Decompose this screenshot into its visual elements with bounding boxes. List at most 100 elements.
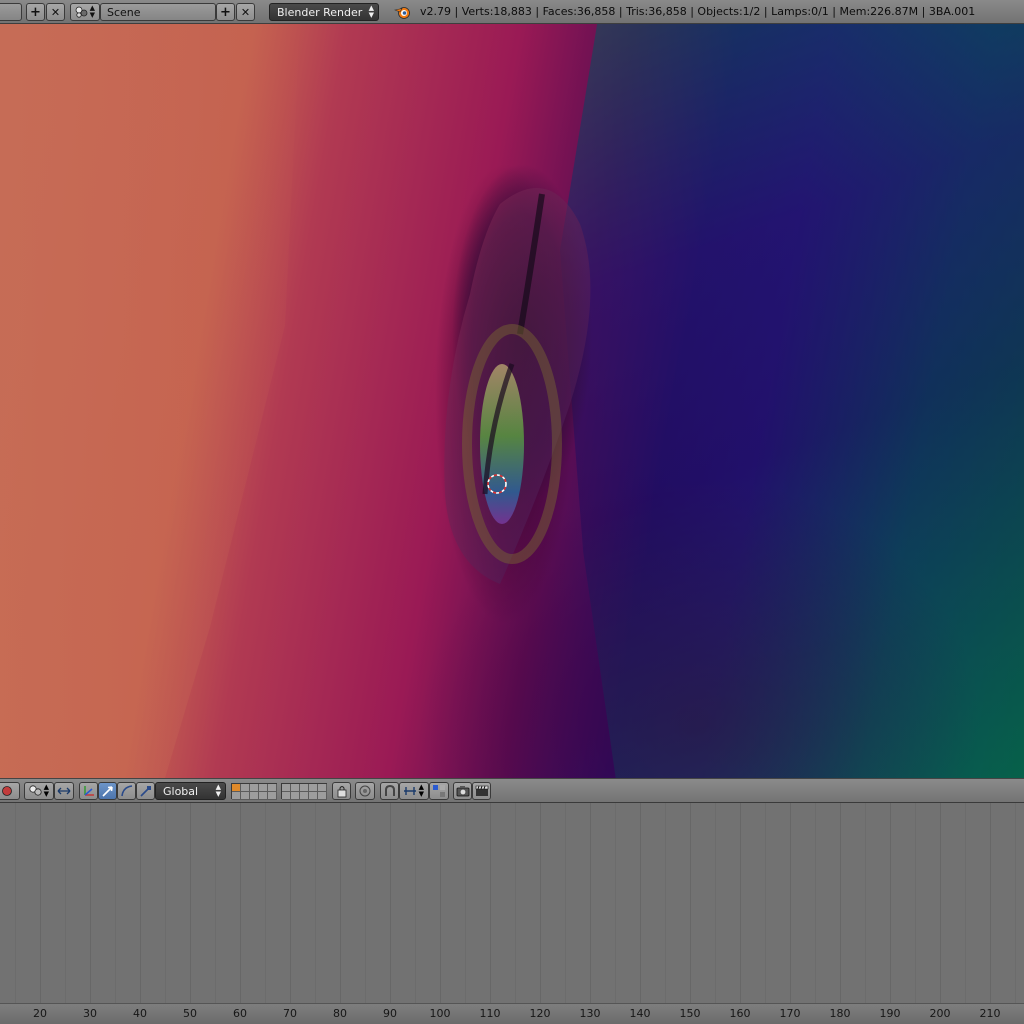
transform-orientation-select[interactable]: Global ▲ ▼ xyxy=(155,782,226,800)
timeline-gridline xyxy=(940,803,941,1003)
snap-toggle-button[interactable] xyxy=(380,782,399,800)
delete-screen-button[interactable]: ✕ xyxy=(46,3,65,21)
screen-layout-field[interactable] xyxy=(0,3,22,21)
timeline-gridline xyxy=(590,803,591,1003)
snap-element-select[interactable]: ▲ ▼ xyxy=(399,782,429,800)
scale-icon xyxy=(139,786,151,797)
manipulator-rotate-button[interactable] xyxy=(117,782,136,800)
add-icon: + xyxy=(30,4,41,20)
layer-button[interactable] xyxy=(282,784,291,792)
translate-icon xyxy=(101,786,113,797)
opengl-render-button[interactable] xyxy=(453,782,472,800)
scene-browse-button[interactable]: ▲ ▼ xyxy=(70,3,100,21)
layer-button[interactable] xyxy=(241,792,250,800)
timeline-area[interactable]: 20 30 40 50 60 70 80 90 100 110 120 130 140 150 160 170… xyxy=(0,803,1024,1024)
timeline-gridline xyxy=(740,803,741,1003)
layer-button[interactable] xyxy=(291,792,300,800)
timeline-gridline xyxy=(865,803,866,1003)
frame-tick-label: 180 xyxy=(829,1007,851,1020)
frame-tick-label: 60 xyxy=(233,1007,247,1020)
scene-layers-group-2[interactable] xyxy=(281,783,327,800)
snap-target-button[interactable] xyxy=(429,782,449,800)
layer-button[interactable] xyxy=(250,792,259,800)
manipulator-toggle-button[interactable] xyxy=(54,782,74,800)
frame-ruler[interactable]: 20 30 40 50 60 70 80 90 100 110 120 130 140 150 160 170… xyxy=(0,1003,1024,1024)
layer-button[interactable] xyxy=(259,792,268,800)
chevron-updown-icon: ▲ ▼ xyxy=(215,783,221,798)
manipulator-translate-button[interactable] xyxy=(98,782,117,800)
layer-lock-icon xyxy=(337,786,346,798)
rotate-icon xyxy=(120,785,132,797)
layer-button[interactable] xyxy=(268,784,277,792)
pivot-point-button[interactable]: ▲ ▼ xyxy=(24,782,54,800)
frame-tick-label: 150 xyxy=(679,1007,701,1020)
frame-tick-label: 50 xyxy=(183,1007,197,1020)
timeline-gridline xyxy=(190,803,191,1003)
timeline-gridline xyxy=(790,803,791,1003)
snap-icon xyxy=(384,784,395,796)
layer-button[interactable] xyxy=(318,784,327,792)
frame-tick-label: 120 xyxy=(529,1007,551,1020)
pivot-icon xyxy=(29,785,42,796)
proportional-edit-button[interactable] xyxy=(355,782,375,800)
timeline-gridline xyxy=(515,803,516,1003)
layer-button[interactable] xyxy=(282,792,291,800)
scene-icon xyxy=(75,6,88,18)
3d-viewport[interactable] xyxy=(0,24,1024,778)
frame-tick-label: 170 xyxy=(779,1007,801,1020)
add-scene-button[interactable]: + xyxy=(216,3,235,21)
lock-layers-button[interactable] xyxy=(332,782,351,800)
layer-button[interactable] xyxy=(291,784,300,792)
frame-tick-label: 70 xyxy=(283,1007,297,1020)
layer-button[interactable] xyxy=(309,792,318,800)
scene-name-field[interactable]: Scene xyxy=(100,3,216,21)
timeline-gridline xyxy=(965,803,966,1003)
timeline-gridline xyxy=(415,803,416,1003)
render-engine-select[interactable]: Blender Render ▲ ▼ xyxy=(269,3,379,21)
manipulator-all-button[interactable] xyxy=(79,782,98,800)
layer-button[interactable] xyxy=(300,792,309,800)
layer-button[interactable] xyxy=(241,784,250,792)
timeline-gridline xyxy=(115,803,116,1003)
timeline-gridline xyxy=(440,803,441,1003)
scene-layers-group-1[interactable] xyxy=(231,783,277,800)
layer-button[interactable] xyxy=(300,784,309,792)
frame-tick-label: 160 xyxy=(729,1007,751,1020)
frame-tick-label: 100 xyxy=(429,1007,451,1020)
timeline-gridline xyxy=(290,803,291,1003)
timeline-gridline xyxy=(565,803,566,1003)
view3d-header: ▲ ▼ Global ▲ ▼ ▲ ▼ xyxy=(0,778,1024,803)
layer-button[interactable] xyxy=(250,784,259,792)
layer-button[interactable] xyxy=(268,792,277,800)
layer-button[interactable] xyxy=(318,792,327,800)
viewport-shading-icon xyxy=(2,786,12,796)
close-icon: ✕ xyxy=(50,5,61,19)
manipulator-scale-button[interactable] xyxy=(136,782,155,800)
timeline-gridline xyxy=(240,803,241,1003)
layer-button[interactable] xyxy=(232,792,241,800)
scene-statistics: v2.79 | Verts:18,883 | Faces:36,858 | Tr… xyxy=(420,5,976,18)
frame-tick-label: 140 xyxy=(629,1007,651,1020)
frame-tick-label: 40 xyxy=(133,1007,147,1020)
layer-button[interactable] xyxy=(259,784,268,792)
frame-tick-label: 130 xyxy=(579,1007,601,1020)
frame-tick-label: 200 xyxy=(929,1007,951,1020)
frame-tick-label: 30 xyxy=(83,1007,97,1020)
timeline-gridline xyxy=(615,803,616,1003)
layer-button[interactable] xyxy=(232,784,241,792)
timeline-gridline xyxy=(65,803,66,1003)
mesh-ear-region xyxy=(444,164,592,584)
transform-orientation-label: Global xyxy=(163,784,199,798)
blender-logo-icon xyxy=(394,7,410,19)
add-screen-button[interactable]: + xyxy=(26,3,45,21)
viewport-shading-region xyxy=(560,24,1024,778)
viewport-shading-button[interactable] xyxy=(0,782,20,800)
opengl-animation-button[interactable] xyxy=(472,782,491,800)
delete-scene-button[interactable]: ✕ xyxy=(236,3,255,21)
timeline-gridline xyxy=(315,803,316,1003)
3d-cursor-icon[interactable] xyxy=(486,473,508,495)
layer-button[interactable] xyxy=(309,784,318,792)
timeline-gridline xyxy=(765,803,766,1003)
timeline-gridline xyxy=(390,803,391,1003)
translate-icon xyxy=(83,786,94,796)
